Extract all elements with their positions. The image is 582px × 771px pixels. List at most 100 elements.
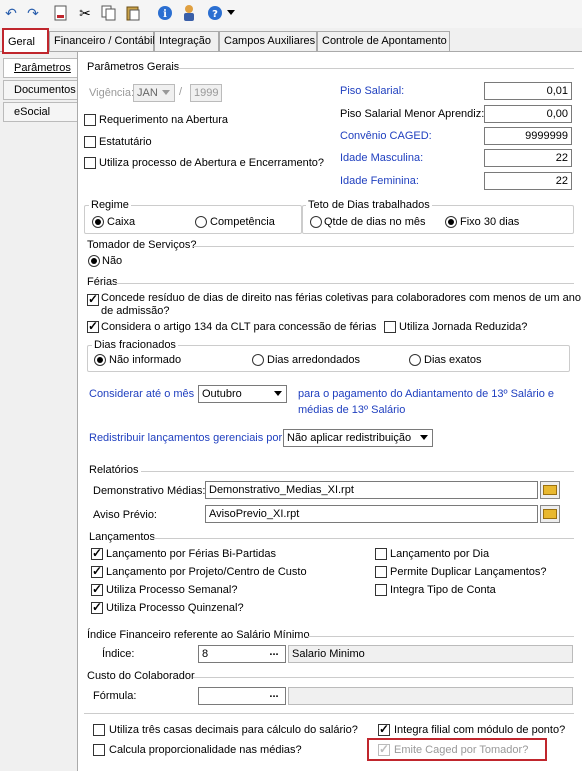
demonstrativo-medias-field[interactable]: Demonstrativo_Medias_XI.rpt <box>205 481 538 499</box>
jornada-reduzida-checkbox[interactable] <box>384 321 396 333</box>
copy-icon[interactable] <box>100 4 118 22</box>
side-tab-label: eSocial <box>14 106 51 118</box>
tab-financeiro[interactable]: Financeiro / Contábil <box>49 31 155 51</box>
vigencia-year-value: 1999 <box>194 87 219 99</box>
divider <box>192 246 574 247</box>
teto-qtde-radio[interactable] <box>310 216 322 228</box>
emite-caged-label: Emite Caged por Tomador? <box>394 744 529 756</box>
tab-campos-auxiliares[interactable]: Campos Auxiliares <box>219 31 317 51</box>
user-icon[interactable] <box>180 4 198 22</box>
piso-salarial-field[interactable]: 0,01 <box>484 82 572 100</box>
considera-artigo-label: Considera o artigo 134 da CLT para conce… <box>101 321 377 333</box>
divider <box>141 471 574 472</box>
chevron-down-icon <box>274 391 282 396</box>
indice-title: Índice Financeiro referente ao Salário M… <box>87 629 310 641</box>
tab-integracao[interactable]: Integração <box>154 31 219 51</box>
formula-label: Fórmula: <box>93 690 137 702</box>
dias-exatos-radio[interactable] <box>409 354 421 366</box>
regime-competencia-label: Competência <box>210 216 275 228</box>
regime-competencia-radio[interactable] <box>195 216 207 228</box>
projeto-centro-custo-checkbox[interactable] <box>91 564 103 578</box>
undo-icon[interactable]: ↶ <box>2 4 20 22</box>
new-document-icon[interactable] <box>52 4 70 22</box>
tab-geral[interactable]: Geral <box>2 28 49 54</box>
tomador-nao-radio[interactable] <box>88 255 100 267</box>
dias-arredondados-radio[interactable] <box>252 354 264 366</box>
teto-fixo-radio[interactable] <box>445 216 457 228</box>
considerar-mes-label: Considerar até o mês <box>89 388 195 400</box>
tab-label: Controle de Apontamento <box>322 35 447 47</box>
proporcionalidade-label: Calcula proporcionalidade nas médias? <box>109 744 302 756</box>
regime-title: Regime <box>89 199 131 211</box>
side-tab-documentos[interactable]: Documentos <box>3 80 77 100</box>
vigencia-month-value: JAN <box>137 87 158 99</box>
redistribuir-select[interactable]: Não aplicar redistribuição <box>283 429 433 447</box>
considerar-mes-select[interactable]: Outubro <box>198 385 287 403</box>
redo-icon[interactable]: ↷ <box>24 4 42 22</box>
nao-informado-label: Não informado <box>109 354 182 366</box>
help-icon[interactable]: ? <box>206 4 224 22</box>
lookup-button[interactable]: ... <box>263 688 285 704</box>
tres-casas-checkbox[interactable] <box>93 724 105 736</box>
info-icon[interactable]: i <box>156 4 174 22</box>
formula-field[interactable]: ... <box>198 687 286 705</box>
processo-semanal-checkbox[interactable] <box>91 582 103 596</box>
requerimento-label: Requerimento na Abertura <box>99 114 229 126</box>
lookup-button[interactable]: ... <box>263 646 285 662</box>
integra-filial-checkbox[interactable] <box>378 722 390 736</box>
chevron-down-icon <box>420 435 428 440</box>
estatutario-checkbox[interactable] <box>84 136 96 148</box>
integra-tipo-conta-label: Integra Tipo de Conta <box>390 584 496 596</box>
concede-residuo-checkbox[interactable] <box>87 292 99 306</box>
considera-artigo-checkbox[interactable] <box>87 319 99 333</box>
tomador-nao-label: Não <box>102 255 123 267</box>
piso-menor-field[interactable]: 0,00 <box>484 105 572 123</box>
utiliza-processo-label: Utiliza processo de Abertura e Encerrame… <box>99 157 325 169</box>
teto-title: Teto de Dias trabalhados <box>306 199 432 211</box>
indice-description-field: Salario Minimo <box>288 645 573 663</box>
bi-partidas-checkbox[interactable] <box>91 546 103 560</box>
integra-tipo-conta-checkbox[interactable] <box>375 584 387 596</box>
side-tab-esocial[interactable]: eSocial <box>3 102 77 122</box>
aviso-previo-field[interactable]: AvisoPrevio_XI.rpt <box>205 505 538 523</box>
requerimento-checkbox[interactable] <box>84 114 96 126</box>
convenio-caged-field[interactable]: 9999999 <box>484 127 572 145</box>
teto-qtde-label: Qtde de dias no mês <box>324 216 426 228</box>
paste-icon[interactable] <box>124 4 142 22</box>
tres-casas-label: Utiliza três casas decimais para cálculo… <box>109 724 358 736</box>
dias-fracionados-title: Dias fracionados <box>92 339 178 351</box>
tab-controle-apontamento[interactable]: Controle de Apontamento <box>317 31 450 51</box>
tab-bar: Geral Financeiro / Contábil Integração C… <box>0 28 582 54</box>
lancamentos-title: Lançamentos <box>89 531 156 543</box>
folder-open-icon[interactable] <box>540 505 560 523</box>
idade-feminina-field[interactable]: 22 <box>484 172 572 190</box>
bi-partidas-label: Lançamento por Férias Bi-Partidas <box>106 548 276 560</box>
vigencia-year-field: 1999 <box>190 84 222 102</box>
processo-quinzenal-checkbox[interactable] <box>91 600 103 614</box>
utiliza-processo-checkbox[interactable] <box>84 157 96 169</box>
permite-duplicar-checkbox[interactable] <box>375 566 387 578</box>
convenio-caged-value: 9999999 <box>525 130 568 142</box>
concede-residuo-label: Concede resíduo de dias de direito nas f… <box>101 292 581 304</box>
tab-label: Financeiro / Contábil <box>54 35 155 47</box>
regime-caixa-radio[interactable] <box>92 216 104 228</box>
relatorios-title: Relatórios <box>89 464 139 476</box>
indice-field[interactable]: 8 ... <box>198 645 286 663</box>
aviso-previo-label: Aviso Prévio: <box>93 509 157 521</box>
idade-masculina-field[interactable]: 22 <box>484 149 572 167</box>
nao-informado-radio[interactable] <box>94 354 106 366</box>
side-tab-parametros[interactable]: Parâmetros <box>3 58 77 78</box>
folder-open-icon[interactable] <box>540 481 560 499</box>
proporcionalidade-checkbox[interactable] <box>93 744 105 756</box>
processo-quinzenal-label: Utiliza Processo Quinzenal? <box>106 602 244 614</box>
processo-semanal-label: Utiliza Processo Semanal? <box>106 584 238 596</box>
help-dropdown-icon[interactable] <box>226 4 236 22</box>
indice-value: 8 <box>202 648 209 660</box>
teto-fixo-label: Fixo 30 dias <box>460 216 520 228</box>
lancamento-por-dia-checkbox[interactable] <box>375 548 387 560</box>
cut-icon[interactable]: ✂ <box>76 4 94 22</box>
svg-text:i: i <box>163 9 167 20</box>
divider <box>153 538 574 539</box>
idade-feminina-label: Idade Feminina: <box>340 175 419 187</box>
permite-duplicar-label: Permite Duplicar Lançamentos? <box>390 566 547 578</box>
